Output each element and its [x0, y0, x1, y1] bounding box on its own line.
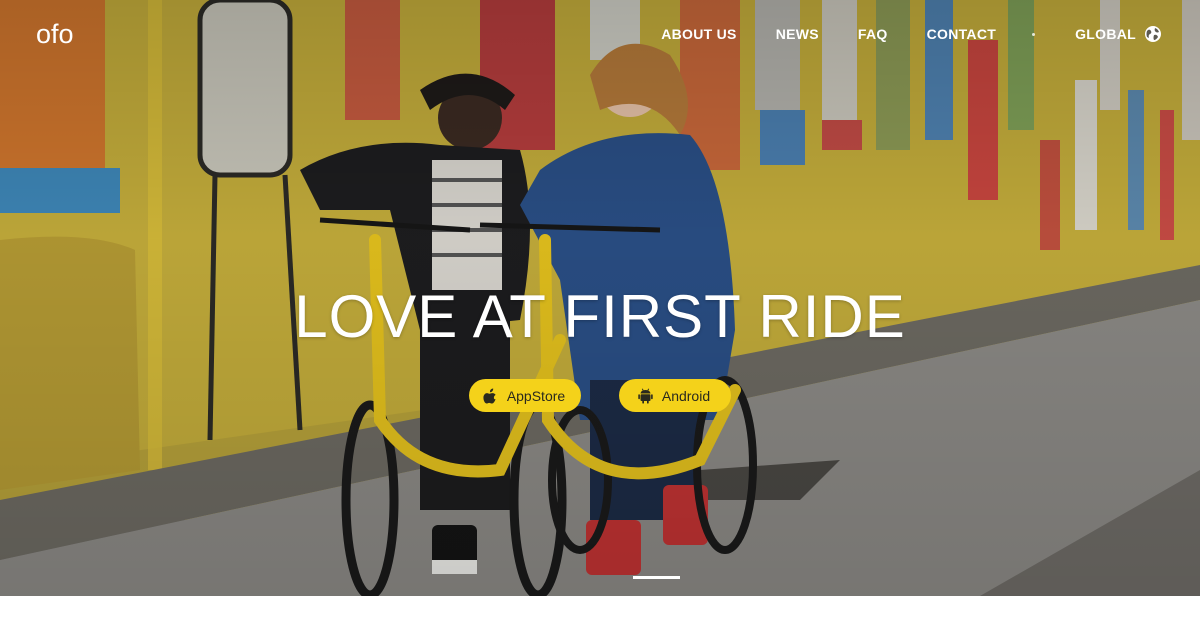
- nav-about-us[interactable]: ABOUT US: [661, 26, 737, 42]
- nav-news[interactable]: NEWS: [776, 26, 819, 42]
- top-navigation: ABOUT US NEWS FAQ CONTACT GLOBAL: [661, 23, 1162, 45]
- logo-text: ofo: [36, 19, 74, 48]
- appstore-button[interactable]: AppStore: [469, 379, 581, 412]
- nav-global-label: GLOBAL: [1075, 26, 1136, 42]
- nav-separator-dot: [1032, 32, 1036, 36]
- apple-icon: [483, 388, 498, 404]
- carousel-indicator-active[interactable]: [633, 576, 680, 579]
- hero-headline: LOVE AT FIRST RIDE: [294, 283, 906, 350]
- android-icon: [638, 388, 653, 404]
- android-button[interactable]: Android: [619, 379, 731, 412]
- hero-banner: ofo ABOUT US NEWS FAQ CONTACT GLOBAL LOV…: [0, 0, 1200, 596]
- ofo-logo[interactable]: ofo: [36, 16, 94, 49]
- nav-contact[interactable]: CONTACT: [927, 26, 997, 42]
- android-button-label: Android: [661, 387, 711, 404]
- nav-faq[interactable]: FAQ: [858, 26, 888, 42]
- download-buttons: AppStore Android: [0, 379, 1200, 412]
- appstore-button-label: AppStore: [506, 387, 566, 404]
- nav-global-selector[interactable]: GLOBAL: [1075, 25, 1162, 43]
- globe-icon: [1144, 25, 1162, 43]
- page-below-fold: [0, 596, 1200, 637]
